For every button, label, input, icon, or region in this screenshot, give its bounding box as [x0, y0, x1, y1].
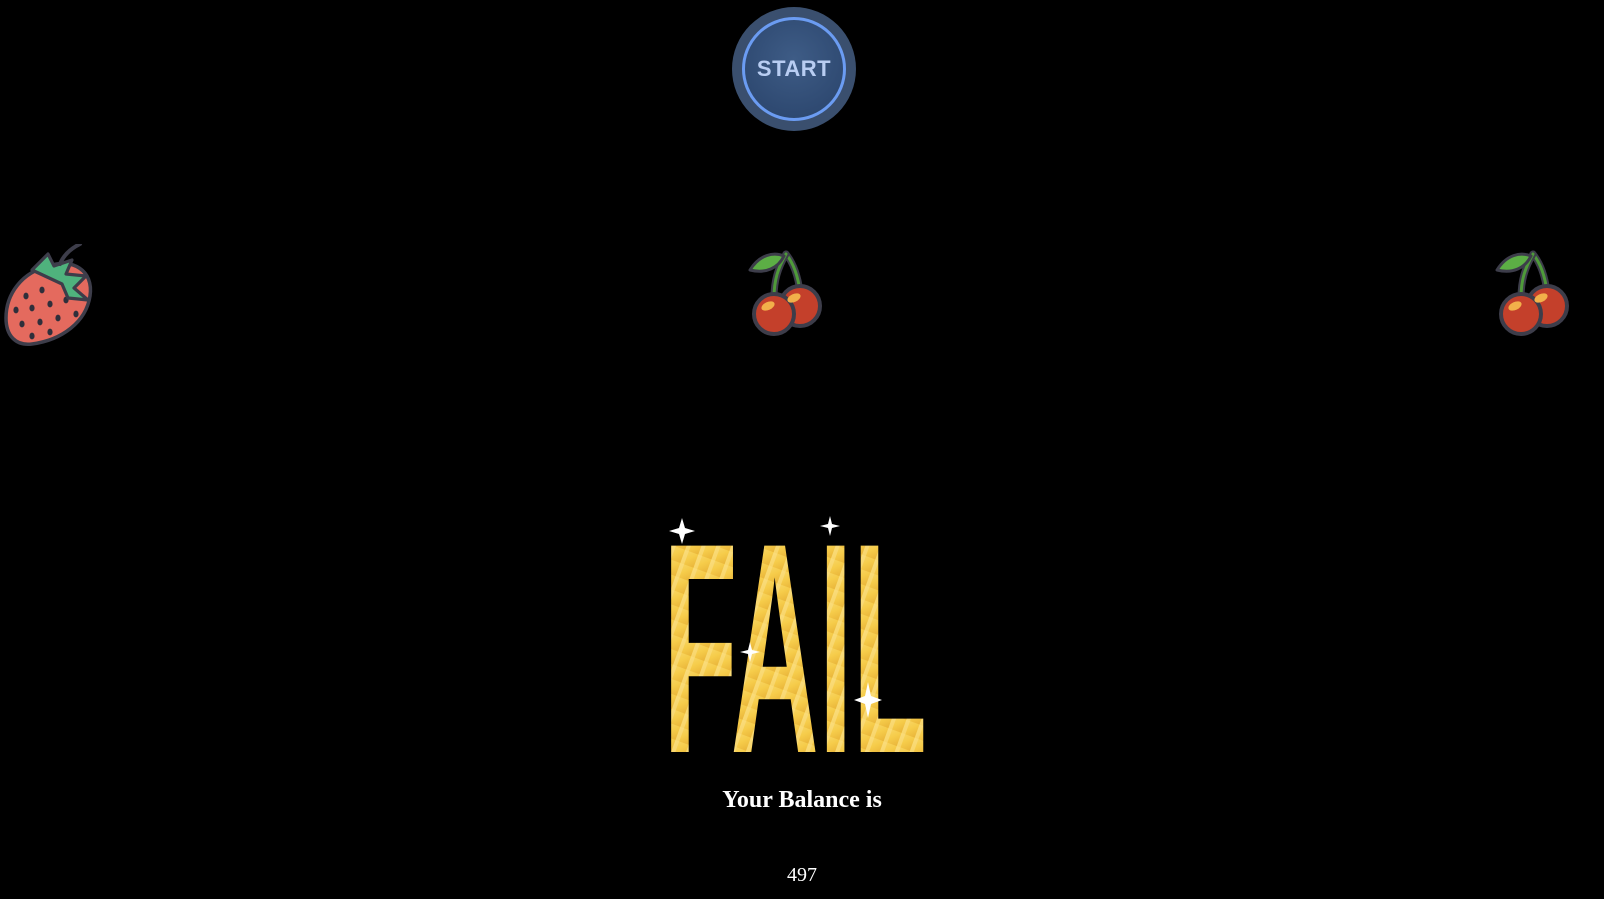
- cherry-icon: [748, 250, 822, 336]
- reel-3: [1491, 244, 1585, 348]
- reel-2: [744, 244, 838, 348]
- start-button-inner: START: [742, 17, 846, 121]
- reel-1: [2, 244, 96, 348]
- cherry-icon: [1495, 250, 1569, 336]
- start-button[interactable]: START: [732, 7, 856, 131]
- balance-value: 497: [787, 864, 817, 886]
- start-button-wrap: START: [732, 7, 856, 131]
- start-button-label: START: [756, 56, 832, 81]
- strawberry-icon: [4, 244, 93, 346]
- result-banner: FAIL: [660, 496, 930, 758]
- balance-label: Your Balance is: [722, 787, 882, 813]
- result-text: FAIL: [663, 496, 927, 758]
- result-graphic: FAIL: [663, 496, 927, 758]
